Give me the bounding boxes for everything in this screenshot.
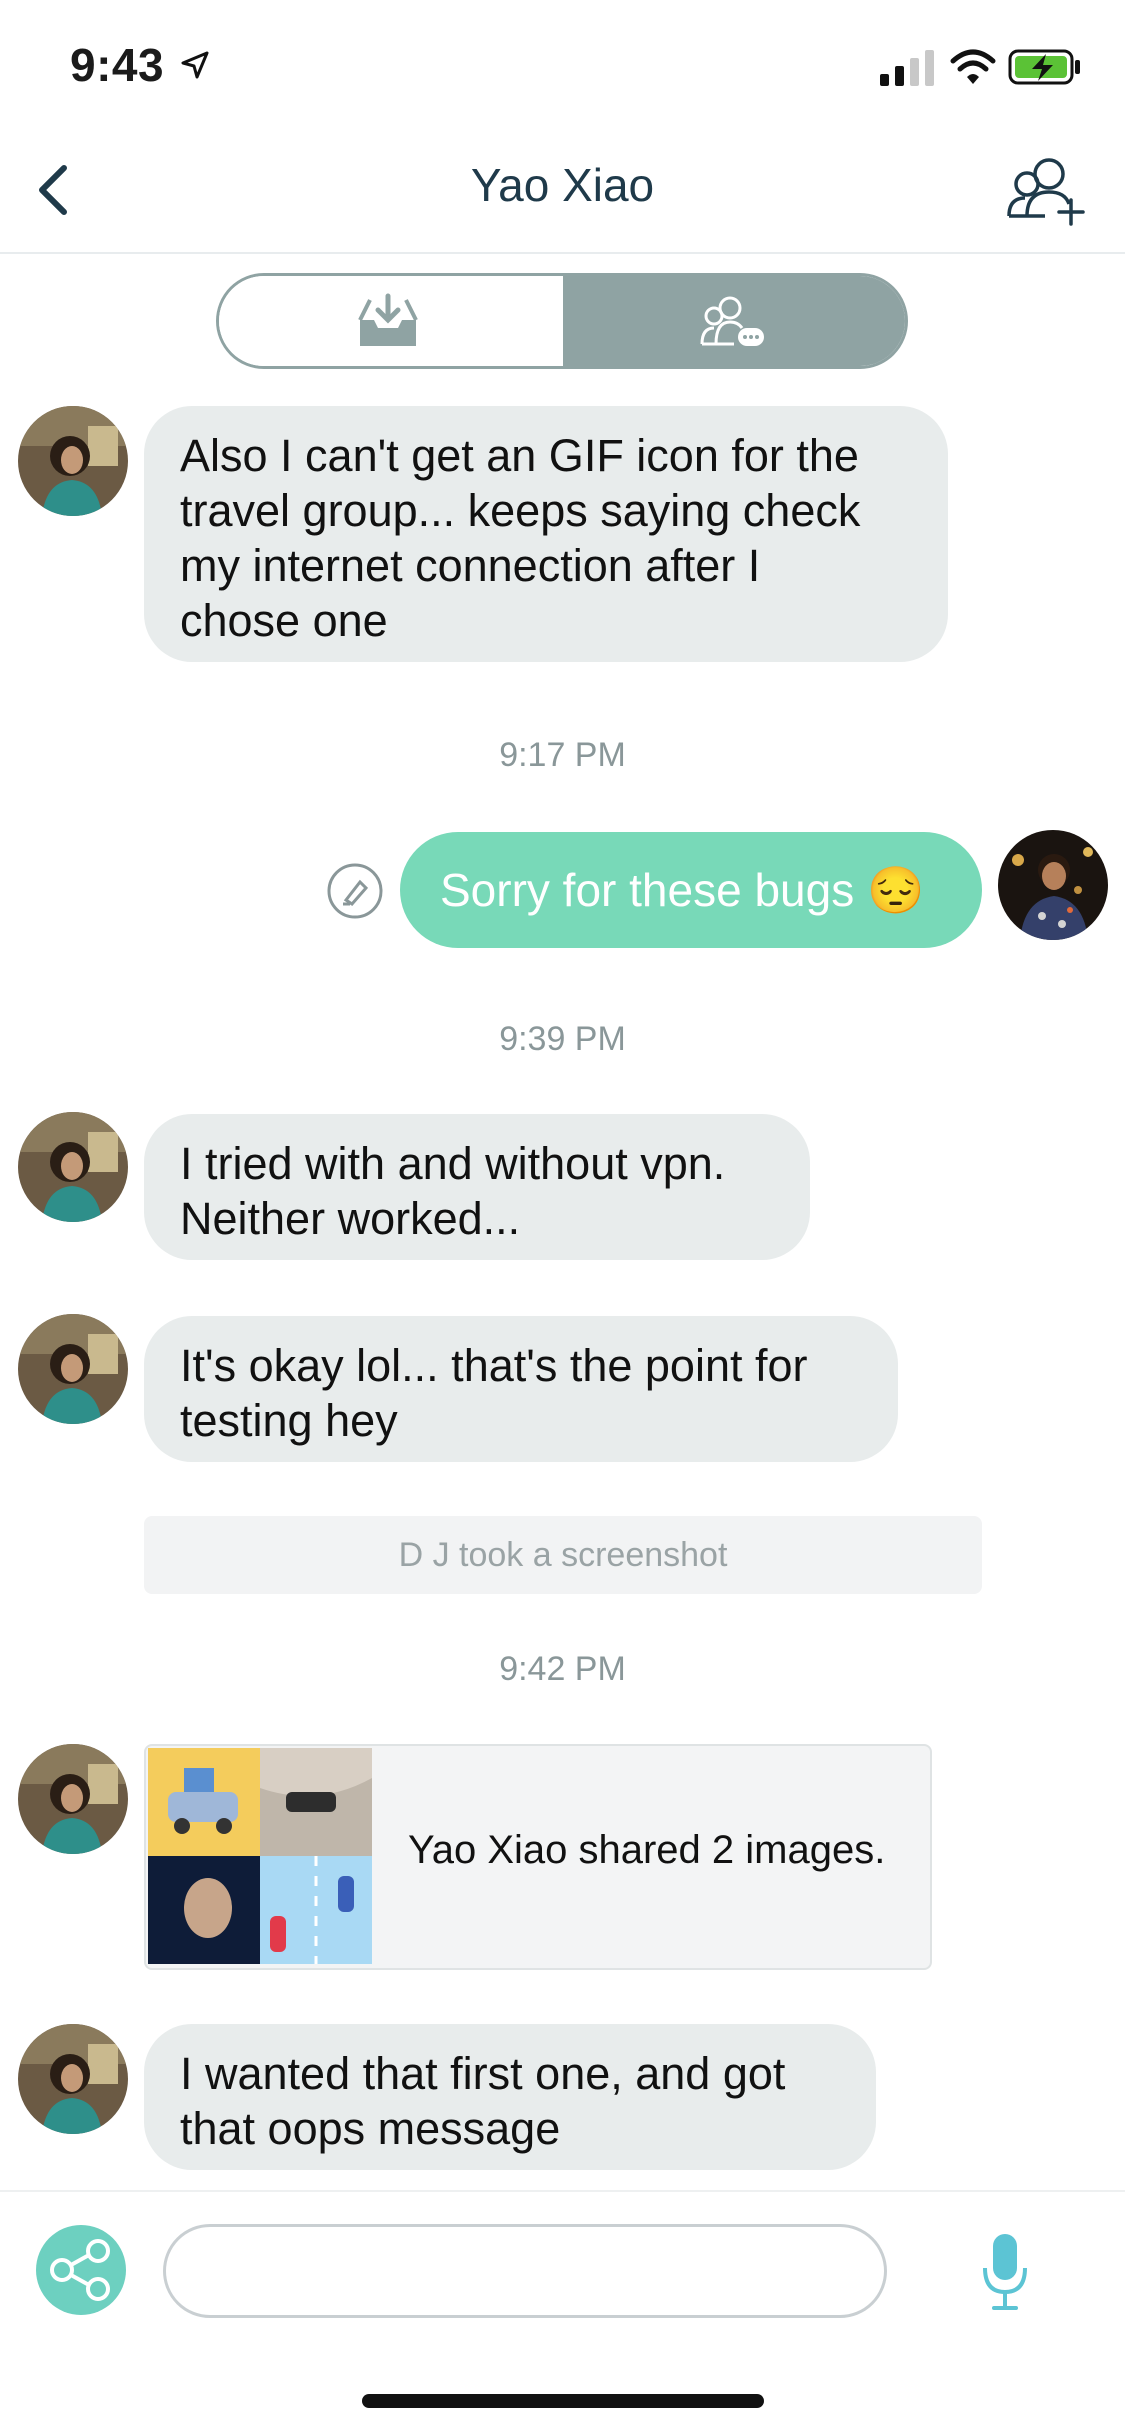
share-button[interactable] <box>36 2225 126 2315</box>
avatar-yao-xiao[interactable] <box>18 1112 128 1222</box>
message-bubble-sent[interactable]: Sorry for these bugs 😔 <box>400 832 982 948</box>
nav-divider <box>0 252 1125 254</box>
avatar-yao-xiao[interactable] <box>18 1314 128 1424</box>
message-line: travel group... keeps saying check <box>180 485 861 536</box>
cellular-signal-icon <box>880 50 934 86</box>
message-line: Neither worked... <box>180 1193 521 1244</box>
avatar-me[interactable] <box>998 830 1108 940</box>
message-line: Also I can't get an GIF icon for the <box>180 430 859 481</box>
message-line: It's okay lol... that's the point for <box>180 1340 808 1391</box>
conversation-title: Yao Xiao <box>470 159 655 211</box>
group-chat-icon <box>700 296 764 346</box>
wifi-icon <box>950 49 996 84</box>
home-indicator <box>362 2394 764 2408</box>
message-input[interactable] <box>163 2224 887 2318</box>
seen-status-icon <box>327 863 383 919</box>
message-line: that oops message <box>180 2103 561 2154</box>
status-time: 9:43 <box>70 39 165 91</box>
message-line: I wanted that first one, and got <box>180 2048 786 2099</box>
location-arrow-icon <box>181 51 209 79</box>
system-notice: D J took a screenshot <box>144 1516 982 1594</box>
view-toggle <box>216 273 908 369</box>
message-bubble-received[interactable]: I wanted that first one, and got that oo… <box>144 2024 876 2170</box>
timestamp: 9:42 PM <box>499 1650 626 1688</box>
message-line: my internet connection after I <box>180 540 761 591</box>
composer-divider <box>0 2190 1125 2192</box>
message-line: I tried with and without vpn. <box>180 1138 726 1189</box>
inbox-download-icon <box>358 293 418 346</box>
add-person-icon[interactable] <box>1005 150 1085 226</box>
avatar-yao-xiao[interactable] <box>18 1744 128 1854</box>
message-bubble-received[interactable]: Also I can't get an GIF icon for the tra… <box>144 406 948 662</box>
message-line: chose one <box>180 595 388 646</box>
shared-images-thumbnail-grid[interactable] <box>148 1748 372 1964</box>
battery-charging-icon <box>1008 49 1080 85</box>
message-bubble-received[interactable]: It's okay lol... that's the point for te… <box>144 1316 898 1462</box>
message-line: testing hey <box>180 1395 398 1446</box>
message-bubble-received[interactable]: I tried with and without vpn. Neither wo… <box>144 1114 810 1260</box>
shared-images-caption: Yao Xiao shared 2 images. <box>408 1828 886 1872</box>
timestamp: 9:17 PM <box>499 736 626 774</box>
microphone-icon[interactable] <box>980 2232 1030 2312</box>
timestamp: 9:39 PM <box>499 1020 626 1058</box>
avatar-yao-xiao[interactable] <box>18 2024 128 2134</box>
share-nodes-icon <box>50 2239 110 2301</box>
avatar-yao-xiao[interactable] <box>18 406 128 516</box>
